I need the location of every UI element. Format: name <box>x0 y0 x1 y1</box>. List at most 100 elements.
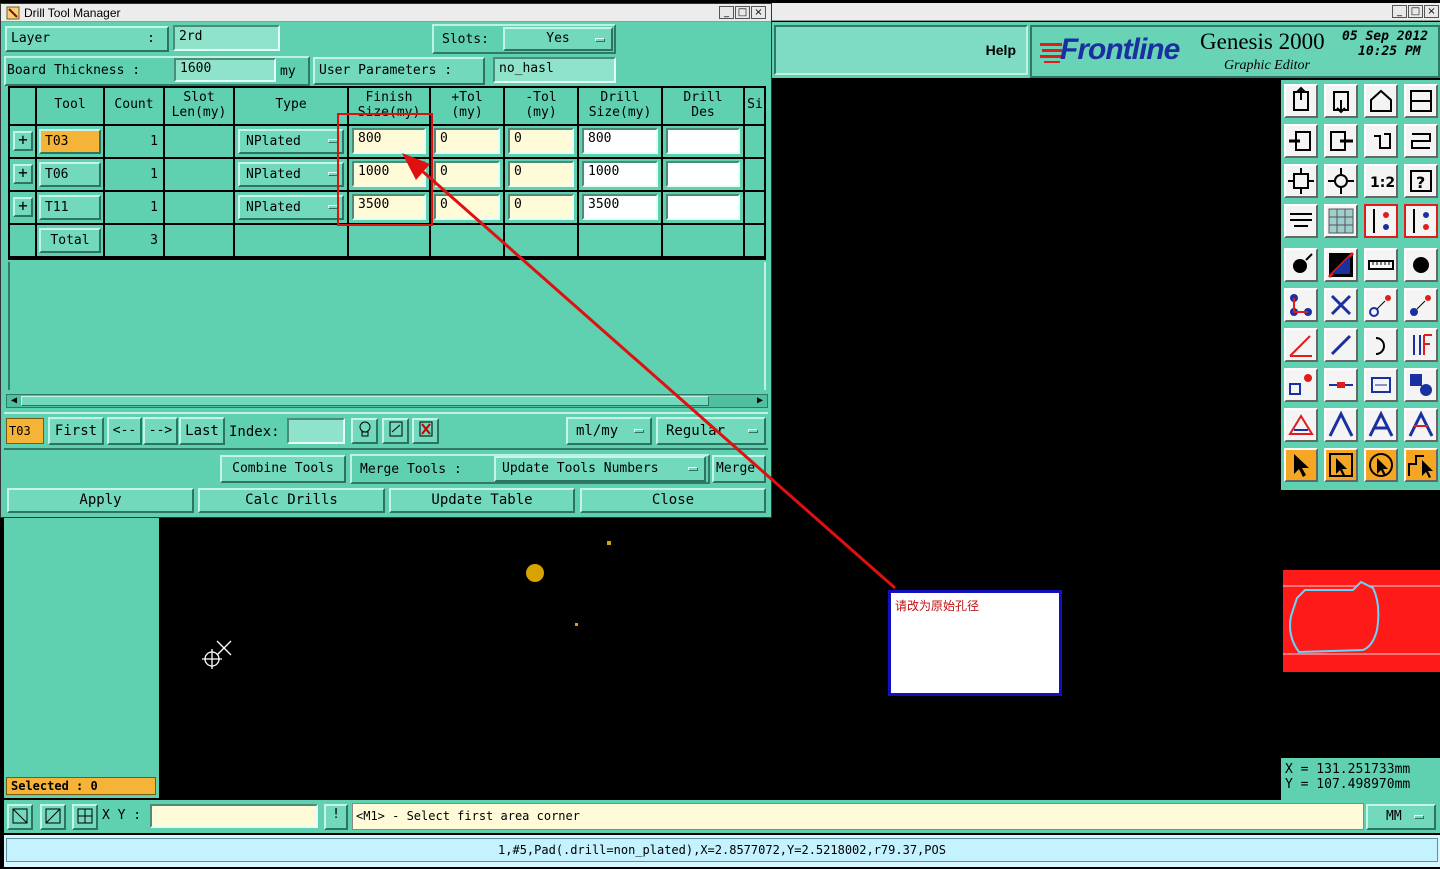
left-side-panel <box>4 518 159 798</box>
index-input[interactable] <box>287 418 345 444</box>
combine-tools-button[interactable]: Combine Tools <box>220 455 346 483</box>
units-select[interactable]: MM <box>1366 804 1436 830</box>
total-count: 3 <box>150 233 158 248</box>
command-alert-button[interactable]: ! <box>324 804 348 830</box>
measure-icon <box>45 808 61 824</box>
slots-select[interactable]: Yes <box>503 27 613 51</box>
select-circle-tool-button[interactable] <box>1364 448 1398 482</box>
help-area: Help <box>774 25 1028 75</box>
coord-y: Y = 107.498970mm <box>1285 777 1411 792</box>
type-value: NPlated <box>246 134 301 149</box>
cross-tool-button[interactable] <box>1324 288 1358 322</box>
expand-row-button[interactable]: + <box>13 197 33 217</box>
layers-tool-button[interactable] <box>1284 204 1318 238</box>
expand-row-button[interactable]: + <box>13 131 33 151</box>
peak-3-icon <box>1408 410 1434 437</box>
dialog-maximize-button[interactable]: □ <box>735 6 750 19</box>
user-parameters-input[interactable]: no_hasl <box>493 57 616 83</box>
circle-tool-button[interactable] <box>1404 248 1438 282</box>
drill-check-2-tool-button[interactable] <box>1404 204 1438 238</box>
header-type[interactable]: Type <box>234 88 348 124</box>
peak-tool-button[interactable] <box>1324 408 1358 442</box>
flip-tool-button[interactable] <box>1404 328 1438 362</box>
header-plus-tol[interactable]: +Tol (my) <box>430 88 504 124</box>
help-tool-button[interactable]: ? <box>1404 164 1438 198</box>
peak-2-tool-button[interactable] <box>1364 408 1398 442</box>
open-job-tool-button[interactable] <box>1284 84 1318 118</box>
tool-cell-button[interactable]: T03 <box>39 129 101 154</box>
measure-button[interactable] <box>40 804 66 830</box>
zoom-area-button[interactable] <box>7 804 33 830</box>
expand-row-button[interactable]: + <box>13 164 33 184</box>
next-button[interactable]: --> <box>143 417 178 445</box>
header-tool[interactable]: Tool <box>36 88 104 124</box>
place-tool-button[interactable] <box>1284 368 1318 402</box>
layer-button[interactable]: Layer : <box>5 26 169 52</box>
scale-tool-button[interactable]: 1:2 <box>1364 164 1398 198</box>
type-select[interactable]: NPlated <box>238 195 344 220</box>
import-tool-button[interactable] <box>1284 124 1318 158</box>
header-slot-len[interactable]: Slot Len(my) <box>164 88 234 124</box>
grid-tool-button[interactable] <box>1324 204 1358 238</box>
peak-3-tool-button[interactable] <box>1404 408 1438 442</box>
main-minimize-button[interactable]: _ <box>1392 5 1407 18</box>
save-job-tool-button[interactable] <box>1324 84 1358 118</box>
undo-tool-button[interactable] <box>1364 124 1398 158</box>
window-tool-button[interactable] <box>1404 84 1438 118</box>
user-parameters-button[interactable]: User Parameters : <box>313 57 485 85</box>
type-select[interactable]: NPlated <box>238 129 344 154</box>
plus-icon: + <box>18 164 28 182</box>
header-count[interactable]: Count <box>104 88 164 124</box>
zoom-tool-button[interactable] <box>1324 164 1358 198</box>
header-drill-des[interactable]: Drill Des <box>662 88 744 124</box>
home-tool-button[interactable] <box>1364 84 1398 118</box>
export-tool-button[interactable] <box>1324 124 1358 158</box>
dialog-close-button[interactable]: × <box>751 6 766 19</box>
select-tool-button[interactable] <box>1284 448 1318 482</box>
minus-tool-button[interactable] <box>1324 368 1358 402</box>
ruler-tool-button[interactable] <box>1364 248 1398 282</box>
main-maximize-button[interactable]: □ <box>1408 5 1423 18</box>
header-drill-size[interactable]: Drill Size(my) <box>578 88 662 124</box>
triangle-tool-button[interactable] <box>1284 408 1318 442</box>
line-tool-button[interactable] <box>1324 328 1358 362</box>
tool-cell-button[interactable]: T11 <box>39 195 101 220</box>
script-tool-button[interactable] <box>1404 124 1438 158</box>
zoom-area-icon <box>12 808 28 824</box>
first-button[interactable]: First <box>48 417 104 445</box>
drill-pad-small-2[interactable] <box>575 623 578 626</box>
apply-button[interactable]: Apply <box>7 488 194 513</box>
header-si[interactable]: Si <box>744 88 766 124</box>
tool-cell-button[interactable]: T06 <box>39 162 101 187</box>
prev-button[interactable]: <-- <box>107 417 142 445</box>
scroll-left-arrow-icon[interactable]: ◀ <box>8 395 20 407</box>
calc-drills-button[interactable]: Calc Drills <box>198 488 385 513</box>
board-thickness-input[interactable]: 1600 <box>174 58 276 82</box>
pad-tool-button[interactable] <box>1284 248 1318 282</box>
type-select[interactable]: NPlated <box>238 162 344 187</box>
help-button[interactable]: Help <box>986 42 1016 58</box>
fit-tool-button[interactable] <box>1284 164 1318 198</box>
bulb-button[interactable] <box>351 418 378 444</box>
slots-select-value: Yes <box>546 31 570 46</box>
fill-tool-button[interactable] <box>1324 248 1358 282</box>
export-icon <box>1330 131 1353 151</box>
dialog-minimize-button[interactable]: _ <box>719 6 734 19</box>
angle-tool-button[interactable] <box>1284 328 1318 362</box>
link-2-tool-button[interactable] <box>1404 288 1438 322</box>
select-box-tool-button[interactable] <box>1324 448 1358 482</box>
grid-snap-button[interactable] <box>72 804 98 830</box>
link-tool-button[interactable] <box>1364 288 1398 322</box>
node-tool-button[interactable] <box>1284 288 1318 322</box>
last-button[interactable]: Last <box>179 417 225 445</box>
drill-check-tool-button[interactable] <box>1364 204 1398 238</box>
arc-tool-button[interactable] <box>1364 328 1398 362</box>
layer-input[interactable]: 2rd <box>173 25 280 51</box>
dimension-tool-button[interactable] <box>1364 368 1398 402</box>
xy-input[interactable] <box>150 804 318 828</box>
fill-icon <box>1327 251 1355 279</box>
select-path-tool-button[interactable] <box>1404 448 1438 482</box>
group-tool-button[interactable] <box>1404 368 1438 402</box>
header-minus-tol[interactable]: -Tol (my) <box>504 88 578 124</box>
main-close-button[interactable]: × <box>1424 5 1439 18</box>
